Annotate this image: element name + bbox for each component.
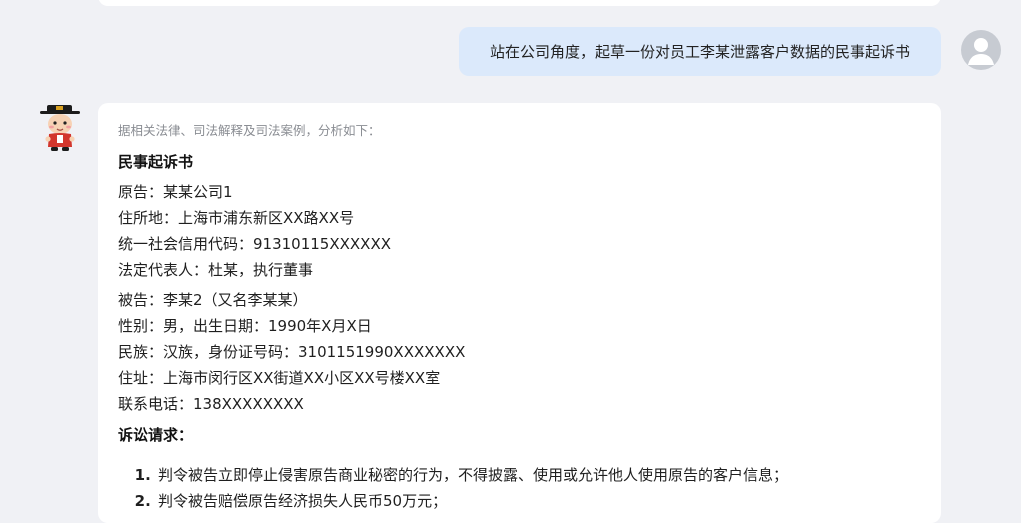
assistant-avatar	[34, 102, 86, 154]
previous-message-card	[98, 0, 941, 6]
plaintiff-address: 住所地：上海市浦东新区XX路XX号	[118, 209, 355, 227]
user-message-text: 站在公司角度，起草一份对员工李某泄露客户数据的民事起诉书	[489, 43, 910, 61]
user-avatar[interactable]	[961, 30, 1001, 70]
claims-title: 诉讼请求：	[118, 426, 194, 444]
plaintiff-representative: 法定代表人：杜某，执行董事	[118, 261, 314, 279]
plaintiff-credit-code: 统一社会信用代码：91310115XXXXXX	[118, 235, 392, 253]
defendant-phone: 联系电话：138XXXXXXXX	[118, 395, 304, 413]
defendant-address: 住址：上海市闵行区XX街道XX小区XX号楼XX室	[118, 369, 441, 387]
judge-mascot-icon	[40, 105, 80, 151]
claim-item: 判令被告立即停止侵害原告商业秘密的行为，不得披露、使用或允许他人使用原告的客户信…	[156, 462, 921, 488]
defendant-gender-birth: 性别：男，出生日期：1990年X月X日	[118, 317, 372, 335]
claim-item: 判令被告赔偿原告经济损失人民币50万元；	[156, 488, 921, 514]
defendant-ethnicity-id: 民族：汉族，身份证号码：3101151990XXXXXXX	[118, 343, 466, 361]
answer-intro: 据相关法律、司法解释及司法案例，分析如下：	[118, 123, 381, 138]
claims-list: 判令被告立即停止侵害原告商业秘密的行为，不得披露、使用或允许他人使用原告的客户信…	[118, 462, 921, 514]
defendant-line: 被告：李某2（又名李某某）	[118, 291, 308, 309]
user-message-bubble: 站在公司角度，起草一份对员工李某泄露客户数据的民事起诉书	[459, 27, 941, 76]
plaintiff-line: 原告：某某公司1	[118, 183, 233, 201]
document-title: 民事起诉书	[118, 153, 194, 171]
user-silhouette-icon	[968, 38, 994, 65]
assistant-answer-card: 据相关法律、司法解释及司法案例，分析如下： 民事起诉书 原告：某某公司1 住所地…	[98, 103, 941, 523]
